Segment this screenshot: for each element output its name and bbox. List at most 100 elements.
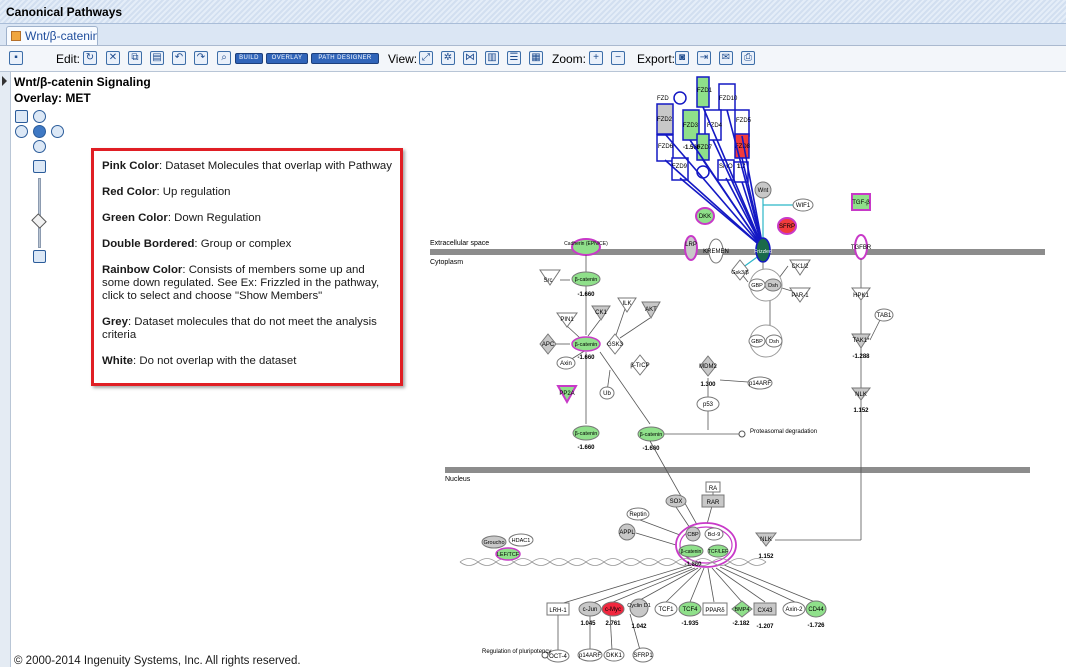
p53-node[interactable]: p53 [696,396,720,412]
legend-row-rainbow: Rainbow Color: Consists of members some … [102,264,380,302]
ck1-2-node[interactable]: CK1/2 [789,259,811,276]
svg-text:HDAC1: HDAC1 [512,538,531,544]
proteasomal-degradation: Proteasomal degradation [738,429,817,438]
wnt-node[interactable]: Wnt [754,181,772,199]
sfrp1-node[interactable]: SFRP1 [632,647,654,663]
target-cd44[interactable]: CD44 -1.726 [805,600,827,629]
bcatenin-complex-node[interactable]: β-catenin -1.660 [571,336,601,361]
nlk-nuc-node[interactable]: NLK 1.152 [754,532,778,560]
svg-text:Reptin: Reptin [629,512,646,518]
kremen-node[interactable]: KREMEN [703,238,729,264]
bcatenin-membrane-node[interactable]: β-catenin -1.660 [571,271,601,298]
nucleus-label: Nucleus [445,476,471,483]
akt-node[interactable]: AKT [641,301,661,320]
svg-text:Axin: Axin [560,361,572,367]
groucho-hdac-complex[interactable]: Groucho HDAC1 LEF/TCF [481,533,534,561]
svg-text:-2.182: -2.182 [732,621,750,627]
target-cjun[interactable]: c-Jun 1.045 [578,601,602,627]
fzd10-label: FZD10 [719,96,738,102]
target-bmp4[interactable]: BMP4 -2.182 [731,600,753,627]
target-axin2[interactable]: Axin-2 [782,601,806,617]
apc-node[interactable]: APC [539,333,557,355]
tak1-node[interactable]: TAK1* -1.288 [851,333,871,360]
mdm2-node[interactable]: MDM2 1.300 [699,355,717,388]
p14arf-nuc-node[interactable]: p14ARF [577,648,603,662]
svg-text:RAR: RAR [707,500,720,506]
svg-text:SFRP1: SFRP1 [633,653,653,659]
tgfbr-node[interactable]: TGFBR [851,234,872,260]
tab1-node[interactable]: TAB1 [874,308,894,322]
bcatenin-free-node[interactable]: β-catenin -1.660 [572,425,600,451]
src-node[interactable]: Src [539,269,561,286]
rar-node[interactable]: RAR [701,494,725,508]
svg-text:-1.660: -1.660 [577,445,595,451]
target-cmyc[interactable]: c-Myc 2.761 [601,601,625,627]
svg-text:Ub: Ub [603,391,611,397]
ra-node[interactable]: RA [705,481,721,493]
svg-text:HPK1: HPK1 [853,293,869,299]
svg-text:PP2A: PP2A [559,391,574,397]
nuclear-membrane [445,467,1030,473]
cytoplasm-label: Cytoplasm [430,259,463,266]
sox-node[interactable]: SOX [665,494,687,508]
svg-text:1.300: 1.300 [700,382,716,388]
svg-text:p53: p53 [703,402,714,408]
fzd6-label: FZD6 [658,144,674,150]
nuclear-complex-node[interactable]: CBP Bcl-9 β-catenin TCF/LEF -1.660 [675,522,737,568]
target-lrh1[interactable]: LRH-1 [546,602,570,616]
gbp-dsh-top-node[interactable]: GBP Dsh [748,268,783,302]
axin-node[interactable]: Axin [556,356,576,370]
bcatenin-degr-node[interactable]: β-catenin -1.660 [637,426,665,452]
svg-text:DKK: DKK [699,214,711,220]
svg-text:PIN1: PIN1 [560,317,574,323]
ub-node[interactable]: Ub [599,386,615,400]
svg-text:DKK1: DKK1 [606,653,622,659]
target-tcf1[interactable]: TCF1 [654,601,678,617]
target-cx43[interactable]: CX43 -1.207 [753,602,777,630]
svg-text:BMP4: BMP4 [735,607,750,613]
dkk-node[interactable]: DKK [695,207,715,225]
dkk1-node[interactable]: DKK1 [603,648,625,662]
svg-text:2.761: 2.761 [605,621,621,627]
svg-text:NLK: NLK [760,537,772,543]
svg-text:Frizzled: Frizzled [754,249,772,255]
svg-text:c-Jun: c-Jun [583,607,598,613]
reptin-node[interactable]: Reptin [626,507,650,521]
svg-text:TGF-β: TGF-β [852,200,870,206]
svg-text:β-catenin: β-catenin [575,431,598,437]
appl-node[interactable]: APPL [618,523,636,541]
p14arf-cyto-node[interactable]: p14ARF [747,376,773,390]
extracellular-label: Extracellular space [430,240,489,247]
fzd2-label: FZD2 [657,117,673,123]
svg-text:Cyclin D1: Cyclin D1 [627,603,651,609]
svg-text:Groucho: Groucho [483,540,504,546]
svg-text:1.045: 1.045 [580,621,596,627]
target-ppard[interactable]: PPARδ [702,602,728,616]
gbp-dsh-lower-node[interactable]: GBP Dsh [748,324,783,358]
pp2a-node[interactable]: PP2A [556,385,578,405]
legend-box: Pink Color: Dataset Molecules that overl… [91,148,403,386]
ck1-node[interactable]: CK1 [591,305,611,321]
target-cyclin-d1[interactable]: Cyclin D1 1.042 [627,598,651,630]
svg-text:APPL: APPL [619,530,635,536]
svg-text:Proteasomal degradation: Proteasomal degradation [750,429,817,435]
btrcp-node[interactable]: β-TrCP [630,354,650,376]
wif1-node[interactable]: WIF1 [792,198,814,212]
svg-text:-1.288: -1.288 [852,354,870,360]
tgfb-node[interactable]: TGF-β [851,193,871,211]
svg-text:-1.660: -1.660 [642,446,660,452]
ilk-node[interactable]: ILK [617,297,637,313]
pin1-node[interactable]: PIN1 [556,312,578,328]
svg-text:Gsk3/β: Gsk3/β [731,270,749,276]
svg-text:CK1: CK1 [595,310,607,316]
target-tcf4[interactable]: TCF4 -1.935 [678,601,702,627]
svg-text:TCF4: TCF4 [683,607,699,613]
sfrp-node[interactable]: SFRP [777,217,797,235]
copyright-text: © 2000-2014 Ingenuity Systems, Inc. All … [14,655,301,667]
lrp-node[interactable]: LRP [684,235,698,261]
gsk3-top-node[interactable]: Gsk3/β [731,259,749,281]
par1-node[interactable]: PAR-1 [789,287,811,303]
hpk1-node[interactable]: HPK1 [851,287,871,301]
fzd5-label: FZD5 [736,118,752,124]
svg-text:-1.726: -1.726 [807,623,825,629]
